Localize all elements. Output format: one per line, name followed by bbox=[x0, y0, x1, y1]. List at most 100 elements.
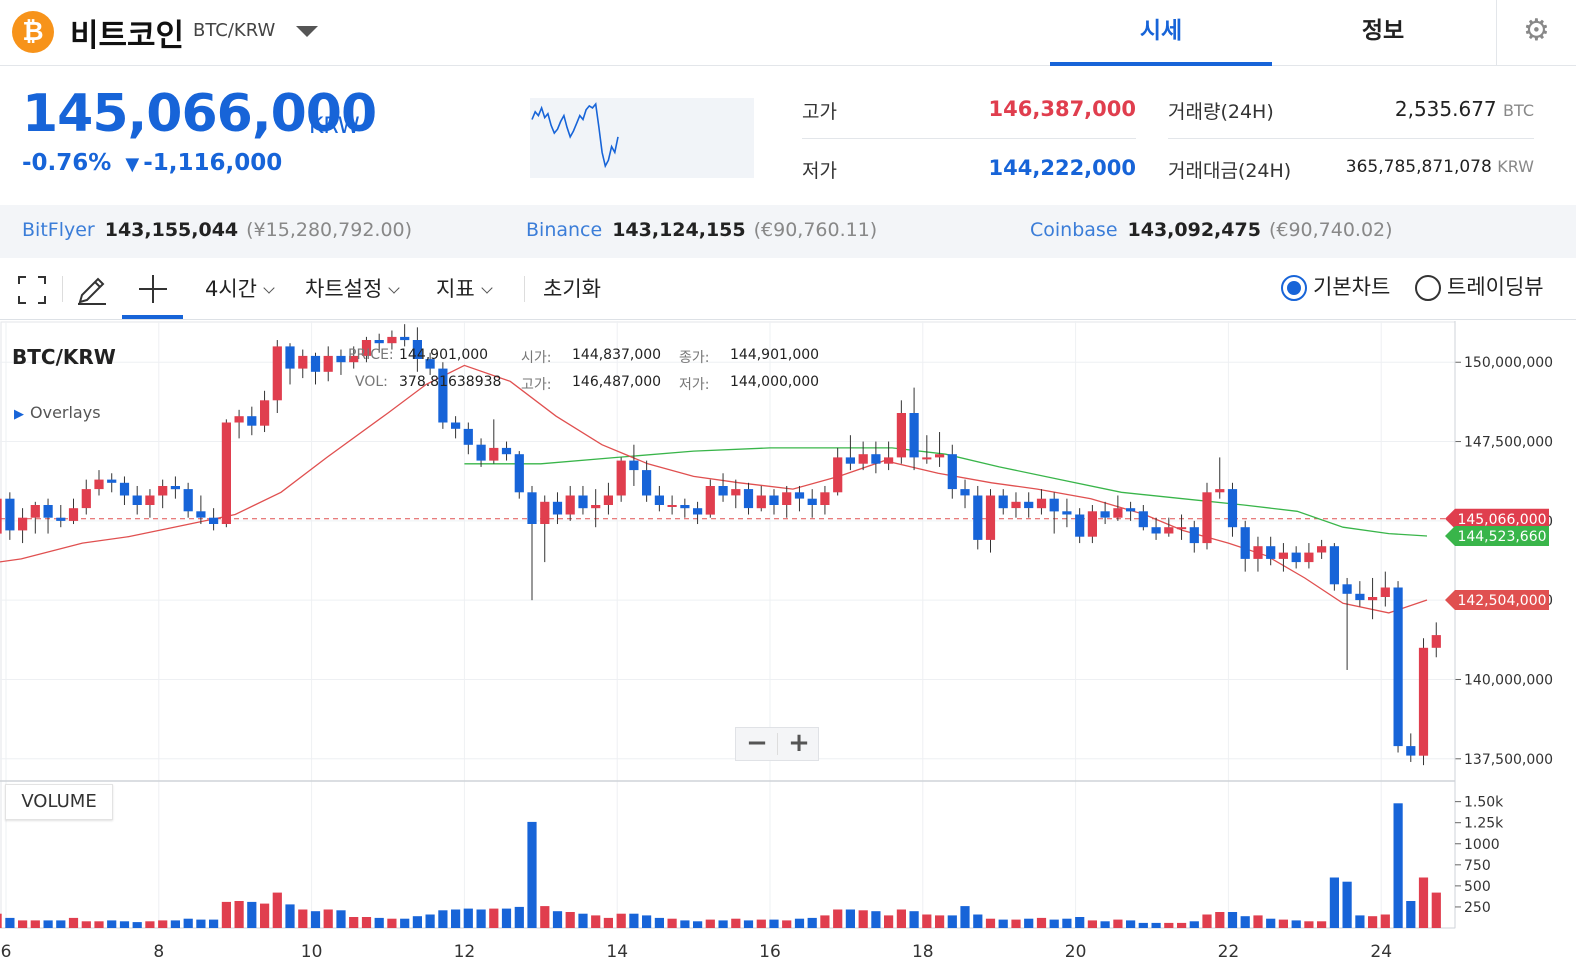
candle-body bbox=[501, 447, 512, 455]
volume-bar bbox=[1062, 918, 1072, 928]
volume-bar bbox=[489, 908, 499, 928]
fullscreen-icon[interactable] bbox=[18, 276, 46, 304]
crosshair-icon[interactable] bbox=[138, 274, 168, 304]
volume-bar bbox=[310, 911, 321, 928]
toolbar-divider bbox=[524, 276, 525, 302]
basic-chart-label[interactable]: 기본차트 bbox=[1313, 258, 1390, 316]
candle-body bbox=[743, 489, 754, 509]
y-tick-label: 137,500,000 bbox=[1464, 752, 1553, 768]
candle-body bbox=[310, 355, 321, 372]
volume-bar bbox=[476, 909, 486, 928]
volume-bar bbox=[451, 909, 461, 928]
high-value: 146,387,000 bbox=[988, 97, 1136, 121]
turnover-value: 365,785,871,078 KRW bbox=[1300, 157, 1534, 177]
x-tick-label: 16 bbox=[759, 942, 781, 962]
volume-bar bbox=[323, 909, 333, 928]
candle-body bbox=[1291, 552, 1301, 563]
volume-bar bbox=[960, 906, 970, 928]
volume-bar bbox=[1227, 912, 1238, 928]
stat-divider bbox=[1168, 138, 1534, 139]
zoom-out-button[interactable]: − bbox=[736, 728, 778, 760]
candle-body bbox=[1355, 593, 1365, 601]
candle-body bbox=[603, 495, 613, 505]
volume-bar bbox=[272, 892, 282, 928]
pencil-icon[interactable] bbox=[76, 274, 108, 306]
candle-body bbox=[540, 501, 550, 524]
price-axis-label: 142,504,000 bbox=[1445, 590, 1549, 611]
price-axis-label-text: 145,066,000 bbox=[1457, 512, 1546, 528]
candle-body bbox=[1227, 489, 1238, 528]
x-tick-label: 12 bbox=[454, 942, 476, 962]
gear-icon[interactable]: ⚙ bbox=[1496, 0, 1576, 66]
candle-body bbox=[833, 457, 843, 493]
candle-body bbox=[616, 460, 626, 496]
exchange-name-link[interactable]: BitFlyer bbox=[22, 219, 95, 241]
volume-unit: BTC bbox=[1503, 101, 1534, 120]
x-tick-label: 14 bbox=[606, 942, 628, 962]
price-chart[interactable]: 6 8 10 12 14 16 18 20 22 24 150,000,000 147,500,000… bbox=[0, 321, 1576, 968]
candle-body bbox=[400, 336, 410, 341]
volume-bar bbox=[1087, 920, 1097, 928]
candlestick-chart-canvas[interactable]: 6 8 10 12 14 16 18 20 22 24 150,000,000 147,500,000… bbox=[0, 321, 1576, 968]
candle-body bbox=[973, 495, 983, 540]
candle-body bbox=[158, 486, 168, 496]
candle-body bbox=[272, 346, 282, 401]
candle-body bbox=[1202, 492, 1212, 544]
volume-bar bbox=[1342, 881, 1352, 928]
candle-body bbox=[196, 511, 206, 518]
interval-dropdown[interactable]: 4시간 bbox=[205, 258, 275, 320]
volume-bar bbox=[845, 909, 855, 928]
tab-market[interactable]: 시세 bbox=[1050, 0, 1272, 66]
price-axis-label-text: 144,523,660 bbox=[1457, 529, 1546, 545]
volume-bar bbox=[43, 920, 53, 928]
tooltip-low-label: 저가: bbox=[679, 377, 710, 393]
volume-bar bbox=[5, 917, 15, 928]
candle-body bbox=[5, 498, 15, 531]
candle-body bbox=[1177, 527, 1187, 530]
candle-body bbox=[1011, 501, 1021, 509]
candle-body bbox=[642, 470, 652, 496]
exchange-name-link[interactable]: Binance bbox=[526, 219, 602, 241]
volume-bar bbox=[361, 917, 372, 928]
volume-bar bbox=[527, 821, 537, 928]
volume-bar bbox=[1240, 916, 1250, 928]
volume-bar bbox=[743, 920, 754, 928]
tradingview-radio[interactable] bbox=[1415, 275, 1441, 301]
candle-body bbox=[0, 498, 2, 534]
volume-bar bbox=[1164, 922, 1174, 928]
tradingview-label[interactable]: 트레이딩뷰 bbox=[1447, 258, 1544, 316]
candle-body bbox=[183, 489, 193, 512]
volume-bar bbox=[642, 915, 652, 928]
volume-bar bbox=[616, 913, 626, 928]
candle-body bbox=[18, 517, 28, 531]
volume-bar bbox=[1329, 877, 1339, 928]
volume-bar bbox=[1011, 919, 1021, 928]
volume-bar bbox=[463, 908, 473, 928]
chart-toolbar: 4시간 차트설정 지표 초기화 기본차트 트레이딩뷰 bbox=[0, 258, 1576, 320]
tooltip-price: 144,901,000 bbox=[399, 347, 489, 363]
volume-bar bbox=[909, 911, 919, 928]
volume-bar bbox=[285, 904, 295, 928]
tab-info[interactable]: 정보 bbox=[1272, 0, 1494, 66]
tooltip-high: 146,487,000 bbox=[572, 374, 662, 390]
basic-chart-radio[interactable] bbox=[1281, 275, 1307, 301]
candle-body bbox=[247, 416, 257, 426]
chevron-down-icon bbox=[263, 282, 275, 294]
indicators-dropdown[interactable]: 지표 bbox=[436, 258, 493, 320]
reset-button[interactable]: 초기화 bbox=[543, 258, 601, 320]
candle-body bbox=[1406, 746, 1416, 756]
volume-bar bbox=[1368, 916, 1378, 928]
volume-bar bbox=[820, 915, 830, 928]
volume-bar bbox=[336, 910, 346, 928]
volume-bar bbox=[1380, 914, 1390, 928]
chart-settings-dropdown[interactable]: 차트설정 bbox=[305, 258, 400, 320]
exchange-name-link[interactable]: Coinbase bbox=[1030, 219, 1118, 241]
zoom-in-button[interactable]: + bbox=[778, 728, 820, 760]
candle-body bbox=[489, 447, 499, 461]
toolbar-divider bbox=[62, 276, 63, 302]
volume-bar bbox=[1355, 915, 1365, 928]
overlays-toggle[interactable]: ▶ Overlays bbox=[14, 403, 101, 422]
volume-bar bbox=[234, 901, 244, 928]
volume-bar bbox=[412, 916, 422, 928]
coin-dropdown-caret-icon[interactable] bbox=[296, 26, 318, 37]
